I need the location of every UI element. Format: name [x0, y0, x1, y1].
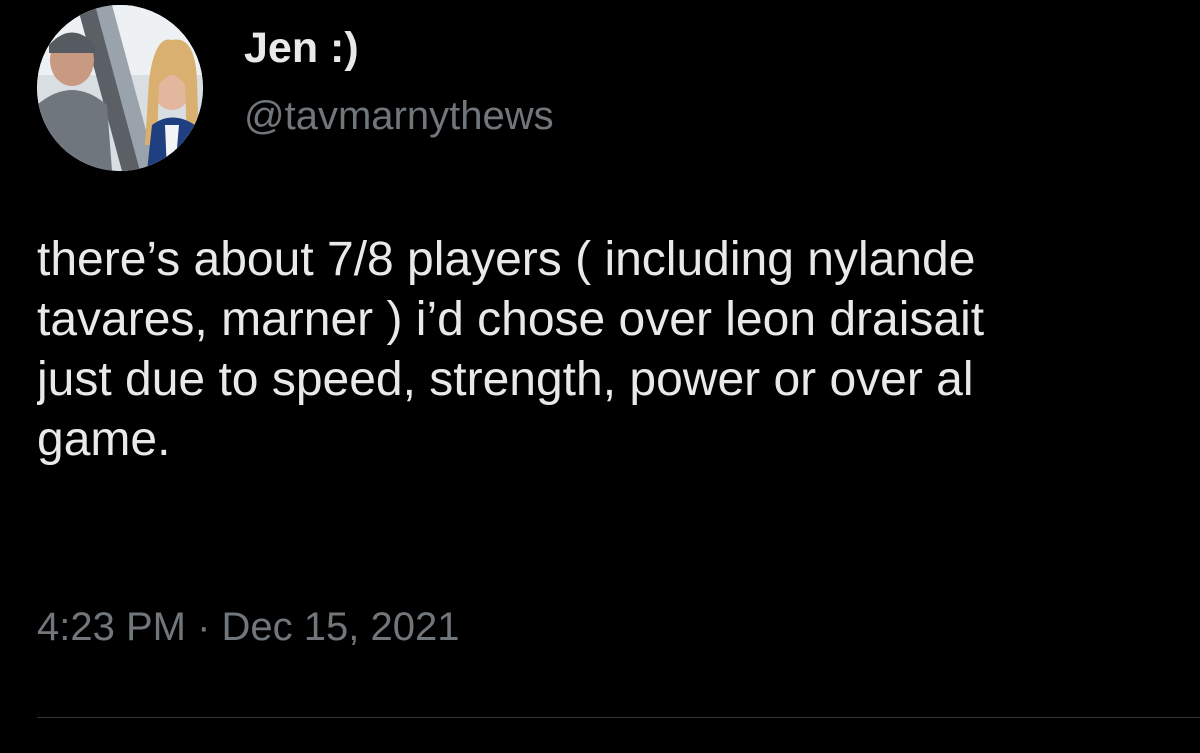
display-name[interactable]: Jen :): [244, 24, 359, 73]
divider: [37, 717, 1200, 718]
tweet-text-line: there’s about 7/8 players ( including ny…: [37, 233, 976, 286]
tweet-time[interactable]: 4:23 PM: [37, 605, 186, 649]
user-handle[interactable]: @tavmarnythews: [244, 94, 554, 139]
tweet-text-line: just due to speed, strength, power or ov…: [37, 353, 974, 406]
tweet-timestamp: 4:23 PM · Dec 15, 2021: [37, 605, 459, 650]
tweet-card: Jen :) @tavmarnythews there’s about 7/8 …: [0, 0, 1200, 753]
avatar-photo-icon: [37, 5, 203, 171]
tweet-text: there’s about 7/8 players ( including ny…: [37, 230, 1200, 470]
avatar[interactable]: [37, 5, 203, 171]
timestamp-separator: ·: [197, 605, 222, 649]
tweet-date[interactable]: Dec 15, 2021: [222, 605, 460, 649]
tweet-text-line: game.: [37, 413, 171, 466]
tweet-text-line: tavares, marner ) i’d chose over leon dr…: [37, 293, 985, 346]
